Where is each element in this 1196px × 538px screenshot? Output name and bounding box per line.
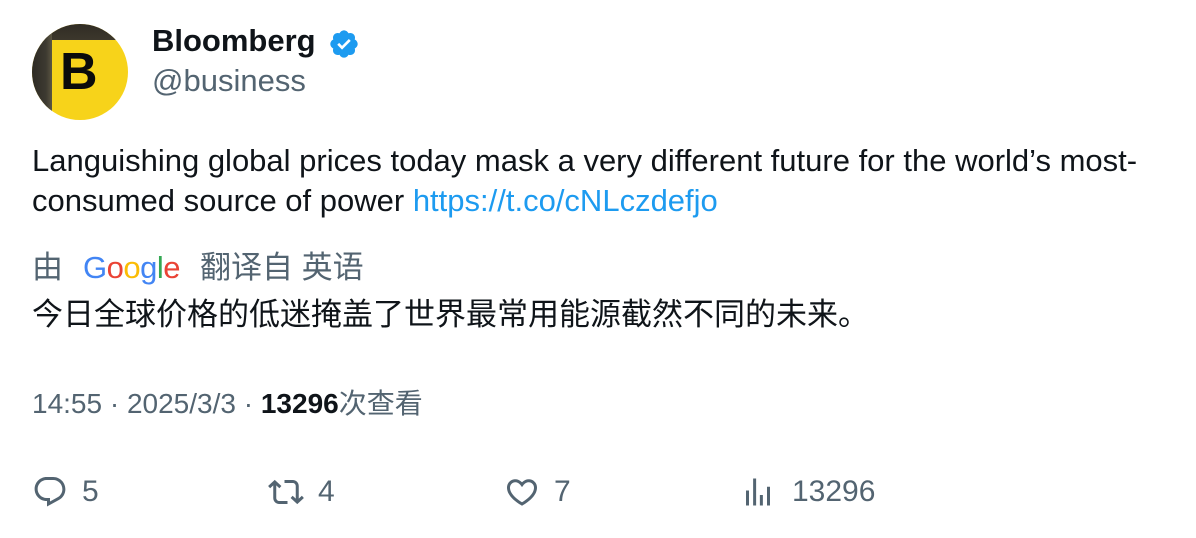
reply-button[interactable]: 5	[32, 472, 99, 512]
heart-icon	[506, 479, 538, 506]
like-button[interactable]: 7	[504, 472, 571, 512]
translated-text: 今日全球价格的低迷掩盖了世界最常用能源截然不同的未来。	[32, 297, 869, 332]
author-display-name[interactable]: Bloomberg	[152, 23, 316, 59]
views-button[interactable]: 13296	[740, 472, 875, 512]
retweet-icon	[268, 479, 304, 505]
views-count: 13296	[260, 388, 339, 419]
meta-separator: ·	[102, 388, 127, 419]
tweet-text: Languishing global prices today mask a v…	[32, 141, 1152, 221]
tweet-meta: 14:55 · 2025/3/3 · 13296次查看	[32, 385, 423, 423]
reply-icon	[34, 477, 66, 507]
author-handle[interactable]: @business	[152, 63, 306, 99]
reply-count: 5	[82, 475, 99, 508]
avatar-shadow-left	[32, 24, 52, 120]
meta-separator: ·	[235, 388, 261, 419]
retweet-button[interactable]: 4	[268, 472, 335, 512]
like-count: 7	[554, 475, 571, 508]
google-logo: Google	[83, 250, 181, 285]
tweet-time[interactable]: 14:55	[32, 388, 102, 419]
views-action-count: 13296	[792, 475, 876, 508]
tweet-link[interactable]: https://t.co/cNLczdefjo	[413, 183, 718, 218]
retweet-count: 4	[318, 475, 335, 508]
translation-by-label: 由	[32, 250, 63, 285]
avatar[interactable]: B	[32, 24, 128, 120]
avatar-logo-letter: B	[60, 43, 98, 101]
views-label: 次查看	[338, 388, 423, 419]
tweet-card: B Bloomberg @business Languishing global…	[0, 0, 1196, 538]
translation-attribution: 由 Google 翻译自 英语	[32, 246, 364, 290]
bar-chart-icon	[746, 478, 770, 506]
translation-from-label: 翻译自 英语	[200, 250, 364, 285]
verified-badge-icon	[330, 30, 358, 58]
tweet-date[interactable]: 2025/3/3	[127, 388, 236, 419]
